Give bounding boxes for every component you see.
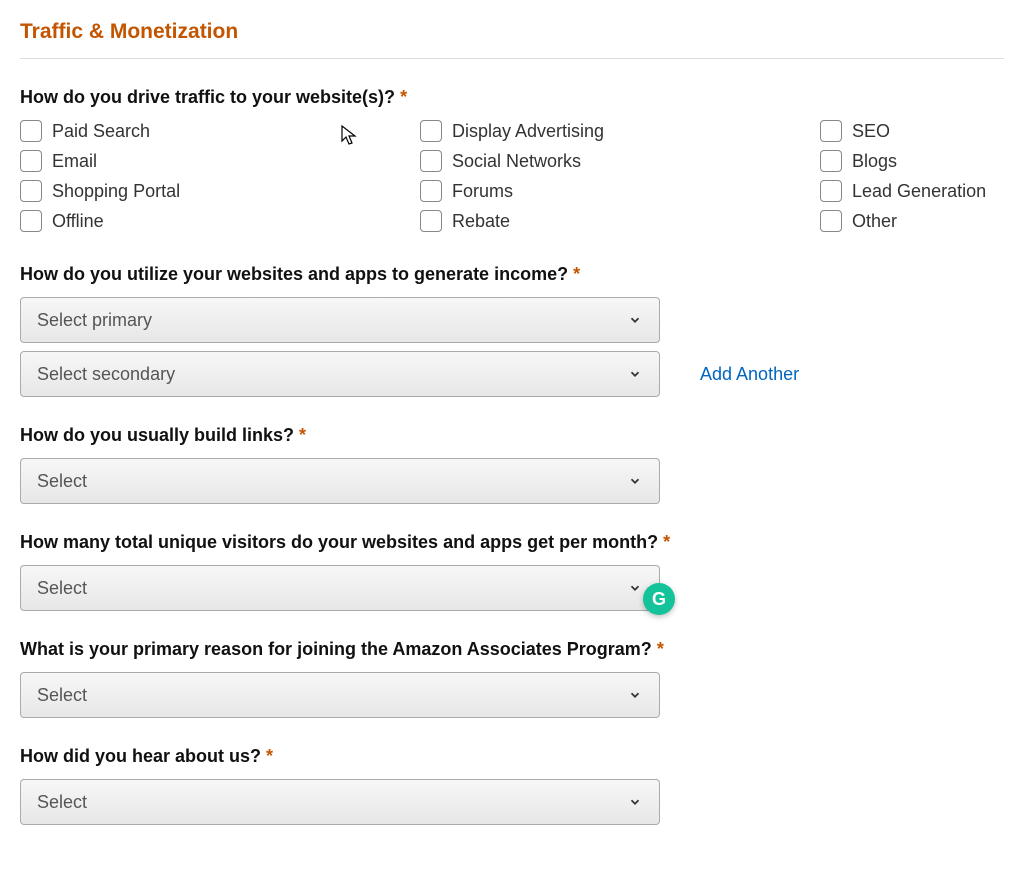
question-build-links: How do you usually build links? * Select [20, 425, 1004, 504]
question-label: How do you usually build links? * [20, 425, 1004, 446]
question-text: How do you drive traffic to your website… [20, 87, 395, 107]
checkbox-label: SEO [852, 121, 890, 142]
chevron-down-icon [627, 312, 643, 328]
question-label: How many total unique visitors do your w… [20, 532, 1004, 553]
required-asterisk: * [299, 425, 306, 445]
question-primary-reason: What is your primary reason for joining … [20, 639, 1004, 718]
checkbox-box[interactable] [420, 150, 442, 172]
checkbox-box[interactable] [420, 120, 442, 142]
required-asterisk: * [573, 264, 580, 284]
question-text: How many total unique visitors do your w… [20, 532, 658, 552]
checkbox-shopping-portal[interactable]: Shopping Portal [20, 180, 420, 202]
checkbox-label: Paid Search [52, 121, 150, 142]
select-primary-reason[interactable]: Select [20, 672, 660, 718]
checkbox-offline[interactable]: Offline [20, 210, 420, 232]
chevron-down-icon [627, 473, 643, 489]
checkbox-label: Email [52, 151, 97, 172]
badge-letter: G [652, 589, 666, 610]
checkbox-blogs[interactable]: Blogs [820, 150, 1004, 172]
checkbox-rebate[interactable]: Rebate [420, 210, 820, 232]
chevron-down-icon [627, 687, 643, 703]
checkbox-box[interactable] [20, 120, 42, 142]
question-unique-visitors: How many total unique visitors do your w… [20, 532, 1004, 611]
checkbox-box[interactable] [20, 180, 42, 202]
checkbox-box[interactable] [420, 210, 442, 232]
checkbox-paid-search[interactable]: Paid Search [20, 120, 420, 142]
select-value: Select secondary [37, 364, 175, 385]
checkbox-grid: Paid Search Display Advertising SEO Emai… [20, 120, 1004, 232]
question-drive-traffic: How do you drive traffic to your website… [20, 87, 1004, 232]
question-label: How do you utilize your websites and app… [20, 264, 1004, 285]
checkbox-box[interactable] [820, 150, 842, 172]
checkbox-forums[interactable]: Forums [420, 180, 820, 202]
checkbox-other[interactable]: Other [820, 210, 1004, 232]
select-income-secondary[interactable]: Select secondary [20, 351, 660, 397]
required-asterisk: * [657, 639, 664, 659]
checkbox-display-advertising[interactable]: Display Advertising [420, 120, 820, 142]
question-text: What is your primary reason for joining … [20, 639, 652, 659]
checkbox-box[interactable] [420, 180, 442, 202]
question-generate-income: How do you utilize your websites and app… [20, 264, 1004, 397]
select-unique-visitors[interactable]: Select [20, 565, 660, 611]
question-text: How do you usually build links? [20, 425, 294, 445]
select-value: Select [37, 471, 87, 492]
chevron-down-icon [627, 580, 643, 596]
checkbox-box[interactable] [820, 210, 842, 232]
checkbox-lead-generation[interactable]: Lead Generation [820, 180, 1004, 202]
select-value: Select [37, 685, 87, 706]
checkbox-box[interactable] [20, 210, 42, 232]
checkbox-email[interactable]: Email [20, 150, 420, 172]
question-hear-about: How did you hear about us? * Select [20, 746, 1004, 825]
section-divider [20, 58, 1004, 59]
checkbox-box[interactable] [820, 180, 842, 202]
question-label: What is your primary reason for joining … [20, 639, 1004, 660]
checkbox-label: Other [852, 211, 897, 232]
checkbox-label: Rebate [452, 211, 510, 232]
add-another-link[interactable]: Add Another [700, 364, 799, 385]
select-value: Select [37, 792, 87, 813]
checkbox-label: Lead Generation [852, 181, 986, 202]
question-label: How do you drive traffic to your website… [20, 87, 1004, 108]
checkbox-social-networks[interactable]: Social Networks [420, 150, 820, 172]
checkbox-label: Display Advertising [452, 121, 604, 142]
question-text: How do you utilize your websites and app… [20, 264, 568, 284]
required-asterisk: * [400, 87, 407, 107]
required-asterisk: * [663, 532, 670, 552]
checkbox-label: Social Networks [452, 151, 581, 172]
checkbox-label: Blogs [852, 151, 897, 172]
checkbox-label: Shopping Portal [52, 181, 180, 202]
checkbox-box[interactable] [20, 150, 42, 172]
checkbox-box[interactable] [820, 120, 842, 142]
select-income-primary[interactable]: Select primary [20, 297, 660, 343]
select-hear-about[interactable]: Select [20, 779, 660, 825]
select-value: Select primary [37, 310, 152, 331]
grammarly-badge-icon[interactable]: G [643, 583, 675, 615]
required-asterisk: * [266, 746, 273, 766]
question-label: How did you hear about us? * [20, 746, 1004, 767]
select-value: Select [37, 578, 87, 599]
section-title: Traffic & Monetization [20, 20, 1004, 58]
select-build-links[interactable]: Select [20, 458, 660, 504]
question-text: How did you hear about us? [20, 746, 261, 766]
checkbox-label: Forums [452, 181, 513, 202]
chevron-down-icon [627, 794, 643, 810]
checkbox-seo[interactable]: SEO [820, 120, 1004, 142]
checkbox-label: Offline [52, 211, 104, 232]
chevron-down-icon [627, 366, 643, 382]
